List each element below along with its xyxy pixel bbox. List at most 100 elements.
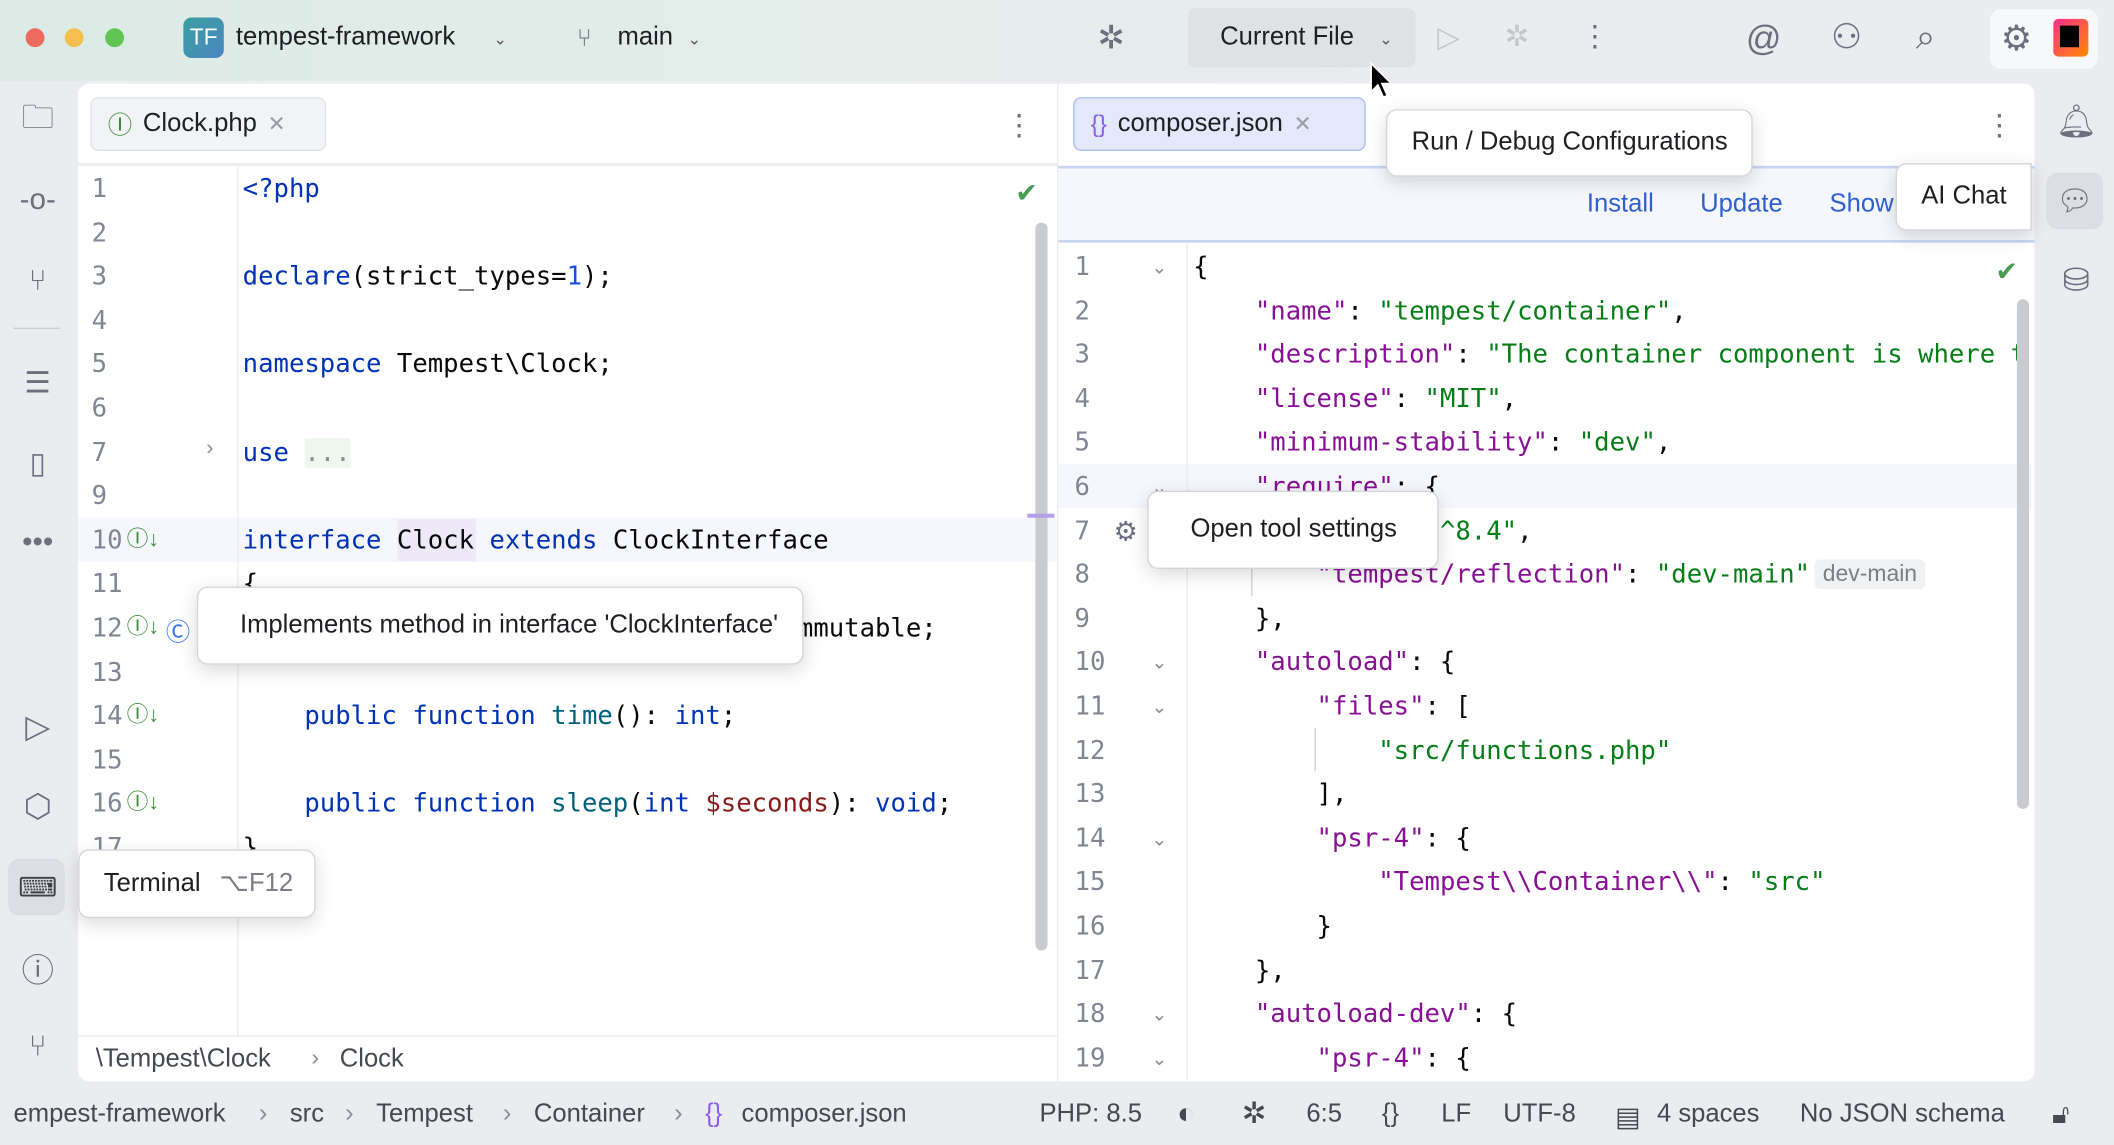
bookmarks-icon[interactable]: ▯ <box>13 440 62 489</box>
more-vertical-icon[interactable]: ⋮ <box>1580 19 1610 54</box>
fold-chevron-icon[interactable]: ⌄ <box>1151 817 1167 861</box>
code-line[interactable]: "license": "MIT", <box>1193 377 1517 421</box>
code-line[interactable]: "psr-4": { <box>1193 817 1471 861</box>
code-line[interactable]: "minimum-stability": "dev", <box>1193 421 1671 465</box>
code-token: extends <box>474 526 613 556</box>
code-line[interactable]: "name": "tempest/container", <box>1193 289 1687 333</box>
indent-setting[interactable]: 4 spaces <box>1657 1100 1760 1130</box>
tab-clock-php[interactable]: Ⓘ Clock.php ✕ <box>90 97 326 151</box>
code-line[interactable]: "Tempest\\Container\\": "src" <box>1193 861 1825 905</box>
line-number: 4 <box>1075 377 1115 421</box>
code-line[interactable]: "files": [ <box>1193 685 1471 729</box>
code-line[interactable]: <?php <box>243 167 320 211</box>
right-scrollbar[interactable] <box>2017 299 2029 809</box>
code-line[interactable]: use ... <box>243 431 351 475</box>
code-line[interactable]: "psr-4": { <box>1193 1036 1471 1080</box>
status-path-container[interactable]: Container <box>534 1100 645 1130</box>
json-schema[interactable]: No JSON schema <box>1800 1100 2005 1130</box>
structure-icon[interactable]: ☰ <box>13 359 62 408</box>
implementing-method-icon[interactable]: Ⓒ <box>166 613 190 648</box>
status-path-file[interactable]: composer.json <box>742 1100 907 1130</box>
project-folder-icon[interactable]: 🗀 <box>13 97 62 146</box>
code-line[interactable]: ], <box>1193 773 1347 817</box>
notifications-bell-icon[interactable]: 🔔︎ <box>2052 97 2101 146</box>
install-link[interactable]: Install <box>1587 190 1654 220</box>
code-line[interactable]: interface Clock extends ClockInterface <box>243 519 829 563</box>
fold-expand-icon[interactable]: › <box>206 437 213 461</box>
jetbrains-toolbox-icon[interactable] <box>2053 19 2088 57</box>
database-icon[interactable]: ⛁ <box>2052 256 2101 305</box>
debugger-icon[interactable]: ✲ <box>1242 1096 1267 1131</box>
fold-chevron-icon[interactable]: ⌄ <box>1151 993 1167 1037</box>
code-line[interactable]: declare(strict_types=1); <box>243 255 613 299</box>
code-line[interactable]: "autoload": { <box>1193 641 1455 685</box>
more-vertical-icon[interactable]: ⋮ <box>1985 108 2015 143</box>
fold-chevron-icon[interactable]: ⌄ <box>1151 245 1167 289</box>
services-icon[interactable]: ⬡ <box>13 782 62 831</box>
implemented-interface-icon[interactable]: Ⓘ↓ <box>127 695 159 739</box>
lock-icon[interactable]: 🔓︎ <box>2052 1100 2069 1131</box>
tab-composer-json[interactable]: {} composer.json ✕ <box>1073 97 1366 151</box>
fold-chevron-icon[interactable]: ⌄ <box>1151 685 1167 729</box>
more-vertical-icon[interactable]: ⋮ <box>1004 108 1034 143</box>
code-line[interactable]: namespace Tempest\Clock; <box>243 343 613 387</box>
search-icon[interactable]: ⌕ <box>1916 16 1936 59</box>
code-line[interactable]: { <box>1193 245 1208 289</box>
commit-icon[interactable]: -o- <box>13 175 62 224</box>
line-separator[interactable]: LF <box>1441 1100 1471 1130</box>
fold-chevron-icon[interactable]: ⌄ <box>1151 1036 1167 1080</box>
settings-gear-icon[interactable]: ⚙ <box>2001 18 2032 60</box>
problems-icon[interactable]: ⓘ <box>13 942 62 991</box>
code-token: : <box>1347 296 1378 326</box>
tool-settings-gear-icon[interactable]: ⚙ <box>1114 515 1138 549</box>
code-line[interactable]: }, <box>1193 949 1286 993</box>
run-tool-icon[interactable]: ▷ <box>13 702 62 751</box>
run-icon[interactable]: ▷ <box>1437 20 1460 55</box>
minimize-window-button[interactable] <box>65 28 84 47</box>
maximize-window-button[interactable] <box>105 28 124 47</box>
implemented-interface-icon[interactable]: Ⓘ↓ <box>127 782 159 826</box>
update-link[interactable]: Update <box>1700 190 1783 220</box>
json-format-icon[interactable]: {} <box>1382 1100 1399 1130</box>
project-selector[interactable]: tempest-framework <box>236 23 455 53</box>
implemented-interface-icon[interactable]: Ⓘ↓ <box>127 519 159 563</box>
more-tools-icon[interactable]: ••• <box>13 518 62 567</box>
fold-chevron-icon[interactable]: ⌄ <box>1151 641 1167 685</box>
status-path-project[interactable]: empest-framework <box>13 1100 225 1130</box>
code-line[interactable]: "autoload-dev": { <box>1193 993 1517 1037</box>
status-path-tempest[interactable]: Tempest <box>376 1100 473 1130</box>
code-line[interactable]: } <box>1193 905 1332 949</box>
close-tab-icon[interactable]: ✕ <box>1294 111 1312 138</box>
code-line[interactable]: "description": "The container component … <box>1193 333 2026 377</box>
branch-selector[interactable]: main <box>617 23 673 53</box>
status-path-src[interactable]: src <box>290 1100 324 1130</box>
code-line[interactable]: }, <box>1193 597 1286 641</box>
code-line[interactable]: public function time(): int; <box>243 695 737 739</box>
git-icon[interactable]: ⑂ <box>13 1022 62 1071</box>
code-line[interactable]: "src/functions.php" <box>1193 729 1671 773</box>
implemented-interface-icon[interactable]: Ⓘ↓ <box>127 607 159 651</box>
show-link[interactable]: Show <box>1830 190 1894 220</box>
breadcrumb-class[interactable]: Clock <box>340 1045 404 1075</box>
close-window-button[interactable] <box>26 28 45 47</box>
pull-requests-icon[interactable]: ⑂ <box>13 256 62 305</box>
theme-contrast-icon[interactable]: ◐ <box>1177 1096 1195 1131</box>
breadcrumb-namespace[interactable]: \Tempest\Clock <box>96 1045 271 1075</box>
file-encoding[interactable]: UTF-8 <box>1503 1100 1576 1130</box>
open-tool-settings-tooltip: Open tool settings <box>1147 491 1438 569</box>
code-token <box>1193 692 1316 722</box>
code-token: : { <box>1409 648 1455 678</box>
divider <box>13 328 59 329</box>
line-number: 13 <box>1075 773 1115 817</box>
code-line[interactable]: public function sleep(int $seconds): voi… <box>243 782 953 826</box>
ai-chat-icon[interactable]: 💬︎ <box>2047 173 2104 230</box>
ai-assistant-icon[interactable]: @ <box>1746 18 1782 60</box>
php-version[interactable]: PHP: 8.5 <box>1039 1100 1142 1130</box>
debug-bug-icon[interactable]: ✲ <box>1097 19 1124 58</box>
left-scrollbar[interactable] <box>1035 222 1047 950</box>
add-user-icon[interactable]: ⚇ <box>1831 16 1862 58</box>
debug-icon[interactable]: ✲ <box>1505 19 1530 54</box>
chevron-down-icon: ⌄ <box>493 30 507 49</box>
caret-position[interactable]: 6:5 <box>1306 1100 1342 1130</box>
close-tab-icon[interactable]: ✕ <box>268 111 286 138</box>
